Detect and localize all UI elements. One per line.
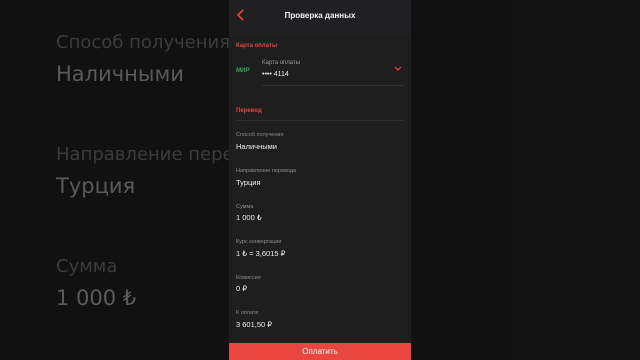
fee-value: 0 ₽ [236,284,248,293]
top-bar: Проверка данных [229,0,411,34]
amount-value: 1 000 ₺ [236,213,262,222]
rate-value: 1 ₺ = 3,6015 ₽ [236,249,286,258]
amount-label: Сумма [236,204,254,210]
phone-screen: Проверка данных Карта оплаты МИР Карта о… [229,0,411,360]
fee-label: Комиссия [236,275,261,281]
pay-button[interactable]: Оплатить [229,343,411,360]
total-label: К оплате [236,310,259,316]
receive-method-value: Наличными [236,142,277,151]
direction-label: Направление перевода [236,168,297,174]
receive-method-label: Способ получения [236,132,284,138]
total-value: 3 601,50 ₽ [236,320,273,329]
rate-label: Курс конвертации [236,239,282,245]
payment-card-heading: Карта оплаты [236,43,278,49]
direction-value: Турция [236,178,261,187]
transfer-heading: Перевод [236,108,262,114]
card-selector[interactable]: МИР Карта оплаты •••• 4114 [236,58,404,84]
card-label: Карта оплаты [262,60,301,66]
card-number: •••• 4114 [262,71,289,78]
transfer-divider [236,120,404,121]
mir-logo: МИР [236,68,250,74]
card-divider [262,85,404,86]
page-title: Проверка данных [284,11,356,20]
chevron-down-icon[interactable] [394,65,402,74]
